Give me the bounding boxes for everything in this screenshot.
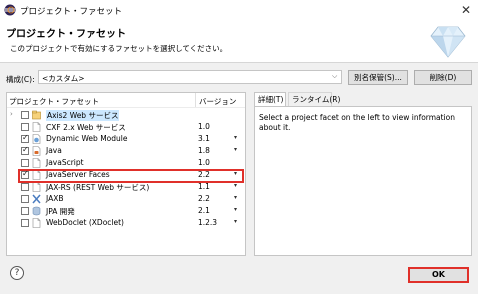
facet-name: Java (46, 146, 62, 155)
facet-checkbox[interactable] (21, 111, 29, 119)
version-dropdown-icon[interactable]: ▾ (234, 194, 237, 201)
tab-detail[interactable]: 詳細(T) (254, 92, 286, 106)
highlight-javaserver-faces (18, 169, 244, 183)
facet-checkbox[interactable] (21, 145, 29, 155)
facet-version[interactable]: 1.8 (198, 146, 210, 155)
facet-version[interactable]: 1.0 (198, 158, 210, 167)
column-divider[interactable] (195, 93, 196, 107)
save-as-button[interactable]: 別名保管(S)... (348, 70, 408, 85)
facet-version[interactable]: 3.1 (198, 134, 210, 143)
page-icon (32, 122, 41, 132)
version-dropdown-icon[interactable]: ▾ (234, 182, 237, 189)
page-icon (32, 182, 41, 192)
facet-row[interactable]: WebDoclet (XDoclet) 1.2.3 ▾ (7, 217, 245, 229)
version-dropdown-icon[interactable]: ▾ (234, 134, 237, 141)
page-icon (32, 158, 41, 168)
facet-checkbox[interactable] (21, 195, 29, 203)
configuration-value: <カスタム> (42, 74, 85, 83)
window-title: プロジェクト・ファセット (20, 7, 123, 17)
facet-checkbox[interactable] (21, 183, 29, 191)
facet-row[interactable]: JavaScript 1.0 (7, 157, 245, 169)
configuration-label: 構成(C): (6, 75, 35, 84)
column-header-version[interactable]: バージョン (199, 96, 236, 107)
facet-row[interactable]: JAXB 2.2 ▾ (7, 193, 245, 205)
facet-checkbox[interactable] (21, 219, 29, 227)
jaxb-icon (32, 194, 41, 204)
facet-row[interactable]: Dynamic Web Module 3.1 ▾ (7, 133, 245, 145)
page-title: プロジェクト・ファセット (6, 29, 126, 40)
column-header-facet[interactable]: プロジェクト・ファセット (9, 96, 99, 107)
help-icon[interactable]: ? (10, 266, 24, 280)
facet-name: JAX-RS (REST Web サービス) (46, 183, 150, 192)
page-description: このプロジェクトで有効にするファセットを選択してください。 (10, 44, 228, 53)
tab-runtime[interactable]: ランタイム(R) (288, 92, 340, 106)
facet-row[interactable]: Java 1.8 ▾ (7, 145, 245, 157)
web-module-icon (32, 134, 41, 144)
chevron-right-icon[interactable]: › (10, 110, 18, 118)
folder-icon (32, 110, 41, 120)
version-dropdown-icon[interactable]: ▾ (234, 218, 237, 225)
facet-name: Dynamic Web Module (46, 134, 128, 143)
facet-version[interactable]: 2.1 (198, 206, 210, 215)
diamond-icon (430, 26, 466, 58)
close-icon[interactable]: ✕ (458, 2, 474, 18)
facet-name: CXF 2.x Web サービス (46, 123, 126, 132)
facet-version[interactable]: 1.0 (198, 122, 210, 131)
version-dropdown-icon[interactable]: ▾ (234, 146, 237, 153)
header-divider (7, 107, 245, 108)
facet-checkbox[interactable] (21, 123, 29, 131)
chevron-down-icon[interactable]: ⌵ (332, 72, 337, 81)
facet-name: WebDoclet (XDoclet) (46, 218, 124, 227)
jpa-icon (32, 206, 41, 216)
facet-checkbox[interactable] (21, 133, 29, 143)
detail-text: Select a project facet on the left to vi… (259, 113, 456, 132)
facet-version[interactable]: 1.2.3 (198, 218, 217, 227)
ok-button[interactable]: OK (408, 267, 469, 283)
page-icon (32, 218, 41, 228)
facet-name: JPA 開発 (46, 207, 75, 216)
facet-row[interactable]: CXF 2.x Web サービス 1.0 (7, 121, 245, 133)
version-dropdown-icon[interactable]: ▾ (234, 206, 237, 213)
facet-name: Axis2 Web サービス (46, 110, 120, 121)
facet-checkbox[interactable] (21, 159, 29, 167)
facet-checkbox[interactable] (21, 207, 29, 215)
java-icon (32, 146, 41, 156)
facet-row[interactable]: JPA 開発 2.1 ▾ (7, 205, 245, 217)
facet-row[interactable]: › Axis2 Web サービス (7, 109, 245, 121)
facet-version[interactable]: 1.1 (198, 182, 210, 191)
delete-button[interactable]: 削除(D) (414, 70, 472, 85)
facet-version[interactable]: 2.2 (198, 194, 210, 203)
eclipse-icon (4, 4, 16, 16)
facet-name: JAXB (46, 194, 64, 203)
detail-tabs: 詳細(T) ランタイム(R) (254, 92, 472, 106)
facet-name: JavaScript (46, 158, 84, 167)
